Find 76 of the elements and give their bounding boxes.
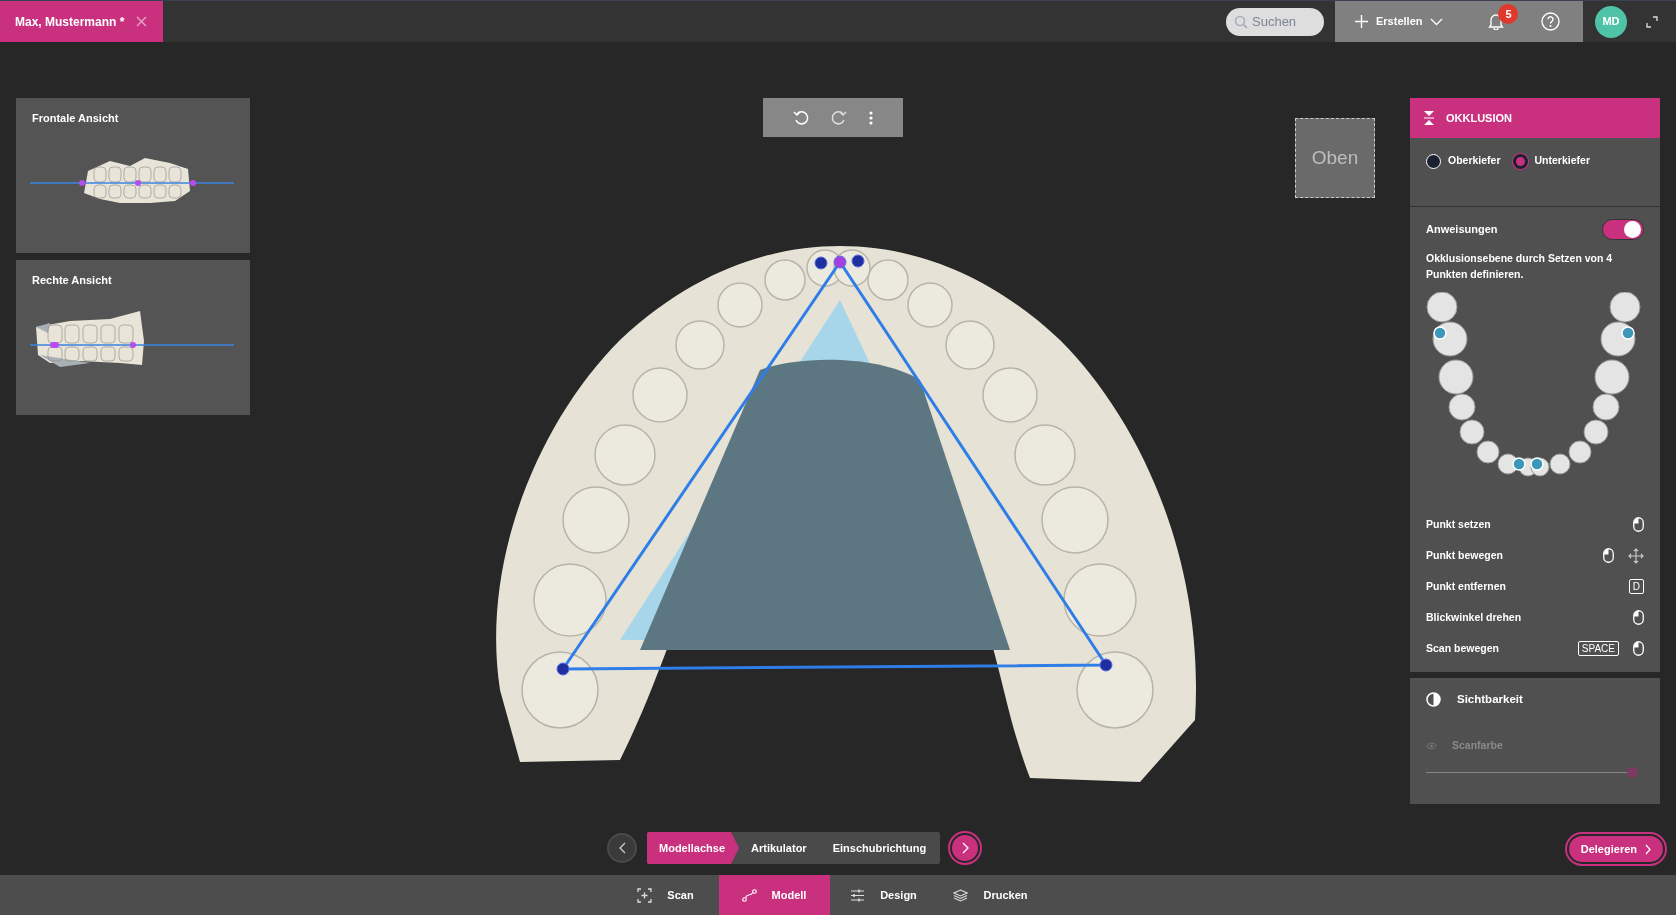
next-button[interactable] bbox=[950, 833, 981, 863]
tooth-icon[interactable] bbox=[1459, 419, 1485, 445]
create-button[interactable]: Erstellen bbox=[1355, 1, 1444, 42]
notification-count: 5 bbox=[1498, 4, 1519, 24]
instructions-label: Anweisungen bbox=[1426, 222, 1498, 238]
contrast-icon bbox=[1426, 692, 1441, 708]
shortcut-label: Scan bewegen bbox=[1426, 640, 1499, 656]
delegate-button[interactable]: Delegieren bbox=[1566, 834, 1665, 864]
view-panel[interactable]: Frontale Ansicht bbox=[16, 98, 250, 253]
workflow-tab[interactable]: Design bbox=[829, 875, 938, 915]
layers-icon bbox=[953, 888, 969, 902]
scan-color-label: Scanfarbe bbox=[1452, 738, 1503, 754]
model-icon bbox=[741, 888, 757, 902]
mouse-icon bbox=[1633, 517, 1644, 532]
shortcut-label: Blickwinkel drehen bbox=[1426, 609, 1522, 625]
chevron-right-icon bbox=[1645, 843, 1651, 855]
view-panel[interactable]: Rechte Ansicht bbox=[16, 260, 250, 415]
scan-icon bbox=[637, 887, 653, 903]
search-icon bbox=[1234, 14, 1248, 29]
key-label: SPACE bbox=[1577, 641, 1619, 656]
panel-title: Sichtbarkeit bbox=[1457, 692, 1523, 707]
mouse-icon bbox=[1633, 610, 1644, 625]
document-tab[interactable]: Max, Mustermann * bbox=[0, 1, 164, 42]
tooth-icon[interactable] bbox=[1594, 359, 1630, 395]
tooth-icon[interactable] bbox=[1438, 359, 1474, 395]
jaw-radio[interactable]: Unterkiefer bbox=[1512, 153, 1590, 169]
bell-icon[interactable] bbox=[1488, 13, 1505, 30]
previous-button[interactable] bbox=[607, 833, 637, 863]
step-tab[interactable]: Modellachse bbox=[647, 832, 740, 864]
tooth-icon[interactable] bbox=[1568, 440, 1592, 464]
radio-label: Oberkiefer bbox=[1448, 153, 1501, 169]
instruction-text: Okklusionsebene durch Setzen von 4 Punkten definieren. bbox=[1425, 251, 1614, 282]
view-title: Frontale Ansicht bbox=[32, 111, 120, 126]
tooth-icon[interactable] bbox=[1592, 393, 1620, 421]
fullscreen-icon[interactable] bbox=[1646, 15, 1658, 28]
key-label: D bbox=[1628, 579, 1644, 594]
shortcut-label: Punkt setzen bbox=[1426, 516, 1491, 532]
close-icon[interactable] bbox=[136, 16, 148, 27]
slider-thumb[interactable] bbox=[1627, 767, 1638, 778]
chevron-down-icon bbox=[1430, 17, 1444, 26]
mouse-icon bbox=[1603, 548, 1614, 563]
scan-color-slider[interactable] bbox=[1426, 767, 1638, 778]
workflow-tab[interactable]: Modell bbox=[718, 875, 830, 915]
chevron-left-icon bbox=[618, 842, 626, 854]
point-marker bbox=[1621, 326, 1635, 340]
document-title: Max, Mustermann * bbox=[15, 13, 125, 31]
move-icon bbox=[1628, 547, 1644, 564]
mouse-icon bbox=[1633, 641, 1644, 656]
radio-button[interactable] bbox=[1512, 153, 1528, 169]
instructions-toggle[interactable] bbox=[1602, 219, 1644, 240]
plus-icon bbox=[1355, 15, 1368, 28]
shortcut-label: Punkt entfernen bbox=[1426, 578, 1506, 594]
tooth-icon[interactable] bbox=[1426, 292, 1458, 323]
undo-icon[interactable] bbox=[793, 109, 809, 126]
chevron-right-icon bbox=[961, 842, 969, 854]
radio-label: Unterkiefer bbox=[1534, 153, 1590, 169]
redo-icon[interactable] bbox=[831, 109, 847, 126]
compress-icon bbox=[1424, 111, 1434, 125]
more-icon[interactable] bbox=[869, 110, 873, 125]
tooth-icon[interactable] bbox=[1583, 419, 1609, 445]
search-field[interactable]: Suchen bbox=[1226, 7, 1324, 36]
help-icon[interactable] bbox=[1541, 12, 1561, 31]
tooth-icon[interactable] bbox=[1476, 440, 1500, 464]
view-title: Rechte Ansicht bbox=[32, 273, 113, 288]
workflow-tab[interactable]: Drucken bbox=[937, 875, 1044, 915]
point-marker bbox=[1512, 457, 1526, 471]
jaw-radio[interactable]: Oberkiefer bbox=[1426, 153, 1501, 169]
shortcut-label: Punkt bewegen bbox=[1426, 547, 1503, 563]
tooth-icon[interactable] bbox=[1448, 393, 1476, 421]
point-marker bbox=[1433, 326, 1447, 340]
tooth-icon[interactable] bbox=[1549, 453, 1571, 475]
workflow-tab[interactable]: Scan bbox=[612, 875, 719, 915]
tooth-icon[interactable] bbox=[1609, 292, 1641, 323]
sliders-icon bbox=[850, 888, 866, 902]
panel-title: OKKLUSION bbox=[1446, 110, 1512, 126]
point-marker bbox=[1530, 457, 1544, 471]
